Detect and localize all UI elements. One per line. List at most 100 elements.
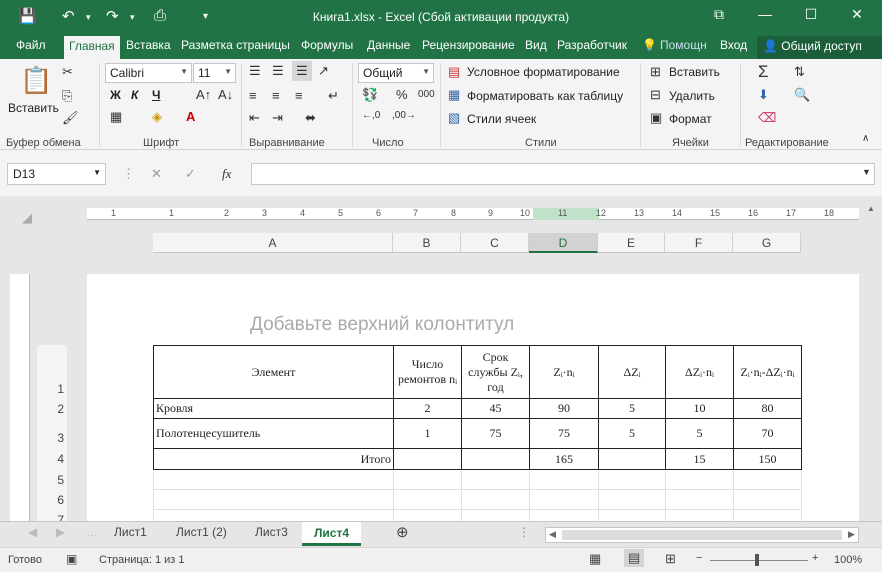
row-header-7[interactable]: 7 bbox=[37, 509, 67, 521]
cell[interactable] bbox=[598, 489, 666, 510]
align-center-icon[interactable]: ≡ bbox=[272, 88, 280, 103]
cell[interactable]: 10 bbox=[665, 398, 734, 419]
formula-input[interactable] bbox=[251, 163, 875, 185]
cell[interactable] bbox=[598, 469, 666, 490]
increase-indent-icon[interactable]: ⇥ bbox=[272, 110, 283, 126]
add-sheet-icon[interactable]: ⊕ bbox=[396, 523, 409, 541]
cut-icon[interactable]: ✂ bbox=[62, 64, 73, 80]
tab-developer[interactable]: Разработчик bbox=[557, 38, 627, 52]
sheet-tab-3[interactable]: Лист3 bbox=[255, 525, 288, 539]
cell[interactable] bbox=[393, 448, 462, 470]
column-header-e[interactable]: E bbox=[598, 233, 665, 253]
cell[interactable]: Полотенцесушитель bbox=[153, 418, 394, 449]
cell[interactable] bbox=[461, 509, 530, 521]
cell[interactable] bbox=[529, 509, 599, 521]
align-right-icon[interactable]: ≡ bbox=[295, 88, 303, 103]
fill-icon[interactable]: ⬇ bbox=[758, 87, 769, 103]
tab-formulas[interactable]: Формулы bbox=[301, 38, 353, 52]
worksheet-area[interactable]: ◢ 1 1 2 3 4 5 6 7 8 9 10 11 12 13 14 15 … bbox=[0, 196, 882, 521]
column-header-b[interactable]: B bbox=[393, 233, 461, 253]
close-button[interactable]: ✕ bbox=[842, 6, 872, 23]
tab-insert[interactable]: Вставка bbox=[126, 38, 171, 52]
find-select-icon[interactable]: 🔍 bbox=[794, 87, 810, 103]
header-placeholder[interactable]: Добавьте верхний колонтитул bbox=[250, 314, 514, 336]
tab-view[interactable]: Вид bbox=[525, 38, 547, 52]
wrap-text-icon[interactable]: ↵ bbox=[328, 88, 339, 104]
cell[interactable]: 75 bbox=[529, 418, 599, 449]
cell[interactable] bbox=[461, 489, 530, 510]
cell[interactable]: 75 bbox=[461, 418, 530, 449]
zoom-out-icon[interactable]: − bbox=[696, 552, 702, 564]
cell[interactable]: Кровля bbox=[153, 398, 394, 419]
zoom-level[interactable]: 100% bbox=[834, 554, 862, 566]
cell[interactable]: 45 bbox=[461, 398, 530, 419]
cell-header[interactable]: Элемент bbox=[153, 345, 394, 399]
font-name-combo[interactable]: Calibri ▼ bbox=[105, 63, 192, 83]
cell[interactable] bbox=[393, 509, 462, 521]
tell-me-box[interactable]: Помощн bbox=[660, 38, 707, 52]
percent-icon[interactable]: % bbox=[396, 87, 408, 102]
sort-filter-icon[interactable]: ⇅ bbox=[794, 64, 805, 80]
cell-header[interactable]: ΔZᵢ bbox=[598, 345, 666, 399]
name-box[interactable]: D13 ▼ bbox=[7, 163, 106, 185]
cell-header[interactable]: Число ремонтов nᵢ bbox=[393, 345, 462, 399]
conditional-format-button[interactable]: Условное форматирование bbox=[467, 65, 620, 79]
increase-font-icon[interactable]: A↑ bbox=[196, 87, 211, 102]
clear-icon[interactable]: ⌫ bbox=[758, 110, 776, 126]
column-header-a[interactable]: A bbox=[153, 233, 393, 253]
column-header-g[interactable]: G bbox=[733, 233, 801, 253]
autosum-icon[interactable]: Σ bbox=[758, 62, 769, 82]
cell-header[interactable]: Срок службы Zᵢ, год bbox=[461, 345, 530, 399]
row-header-2[interactable]: 2 bbox=[37, 398, 67, 418]
decrease-indent-icon[interactable]: ⇤ bbox=[249, 110, 260, 126]
underline-button[interactable]: Ч bbox=[152, 88, 160, 102]
more-sheets-icon[interactable]: … bbox=[86, 525, 98, 539]
column-header-f[interactable]: F bbox=[665, 233, 733, 253]
cell[interactable]: 5 bbox=[665, 418, 734, 449]
copy-icon[interactable]: ⎘ bbox=[62, 88, 72, 104]
cell[interactable]: 80 bbox=[733, 398, 802, 419]
align-top-icon[interactable]: ☰ bbox=[249, 63, 261, 79]
cell[interactable] bbox=[153, 489, 394, 510]
decrease-font-icon[interactable]: A↓ bbox=[218, 87, 233, 102]
row-header-6[interactable]: 6 bbox=[37, 489, 67, 509]
cell[interactable] bbox=[665, 509, 734, 521]
cell[interactable] bbox=[461, 448, 530, 470]
insert-cells-button[interactable]: Вставить bbox=[669, 65, 720, 79]
tab-home[interactable]: Главная bbox=[64, 36, 120, 59]
cell[interactable] bbox=[393, 469, 462, 490]
cell[interactable]: 5 bbox=[598, 418, 666, 449]
cell[interactable]: 150 bbox=[733, 448, 802, 470]
cell-header[interactable]: ΔZᵢ·nᵢ bbox=[665, 345, 734, 399]
column-header-d[interactable]: D bbox=[529, 233, 598, 253]
format-painter-icon[interactable]: 🖌 bbox=[62, 110, 79, 126]
insert-function-icon[interactable]: fx bbox=[222, 166, 231, 182]
cell[interactable]: 1 bbox=[393, 418, 462, 449]
fill-color-icon[interactable]: ◈ bbox=[152, 109, 162, 125]
paste-button[interactable]: Вставить bbox=[8, 101, 59, 115]
vertical-scrollbar[interactable]: ▲ bbox=[862, 196, 882, 521]
zoom-thumb[interactable] bbox=[755, 554, 759, 566]
format-table-button[interactable]: Форматировать как таблицу bbox=[467, 89, 623, 103]
row-header-3[interactable]: 3 bbox=[37, 418, 67, 448]
column-header-c[interactable]: C bbox=[461, 233, 529, 253]
font-size-combo[interactable]: 11 ▼ bbox=[193, 63, 236, 83]
bold-button[interactable]: Ж bbox=[110, 88, 121, 102]
row-header-4[interactable]: 4 bbox=[37, 448, 67, 469]
merge-center-icon[interactable]: ⬌ bbox=[305, 110, 316, 126]
cell[interactable] bbox=[153, 469, 394, 490]
select-all-icon[interactable]: ◢ bbox=[22, 210, 32, 226]
orientation-icon[interactable]: ↗ bbox=[318, 63, 329, 79]
scroll-right-icon[interactable]: ▶ bbox=[848, 529, 855, 540]
scrollbar-thumb[interactable] bbox=[562, 530, 842, 540]
cell-header[interactable]: Zᵢ·nᵢ bbox=[529, 345, 599, 399]
cell[interactable] bbox=[598, 448, 666, 470]
decrease-decimal-icon[interactable]: ,00→ bbox=[392, 110, 416, 121]
cell[interactable]: 90 bbox=[529, 398, 599, 419]
cell[interactable]: 70 bbox=[733, 418, 802, 449]
expand-formula-icon[interactable]: ▼ bbox=[862, 167, 871, 177]
ribbon-display-icon[interactable]: ⧉ bbox=[704, 6, 734, 23]
cell[interactable]: Итого bbox=[153, 448, 394, 470]
cell[interactable] bbox=[598, 509, 666, 521]
cell[interactable]: 165 bbox=[529, 448, 599, 470]
